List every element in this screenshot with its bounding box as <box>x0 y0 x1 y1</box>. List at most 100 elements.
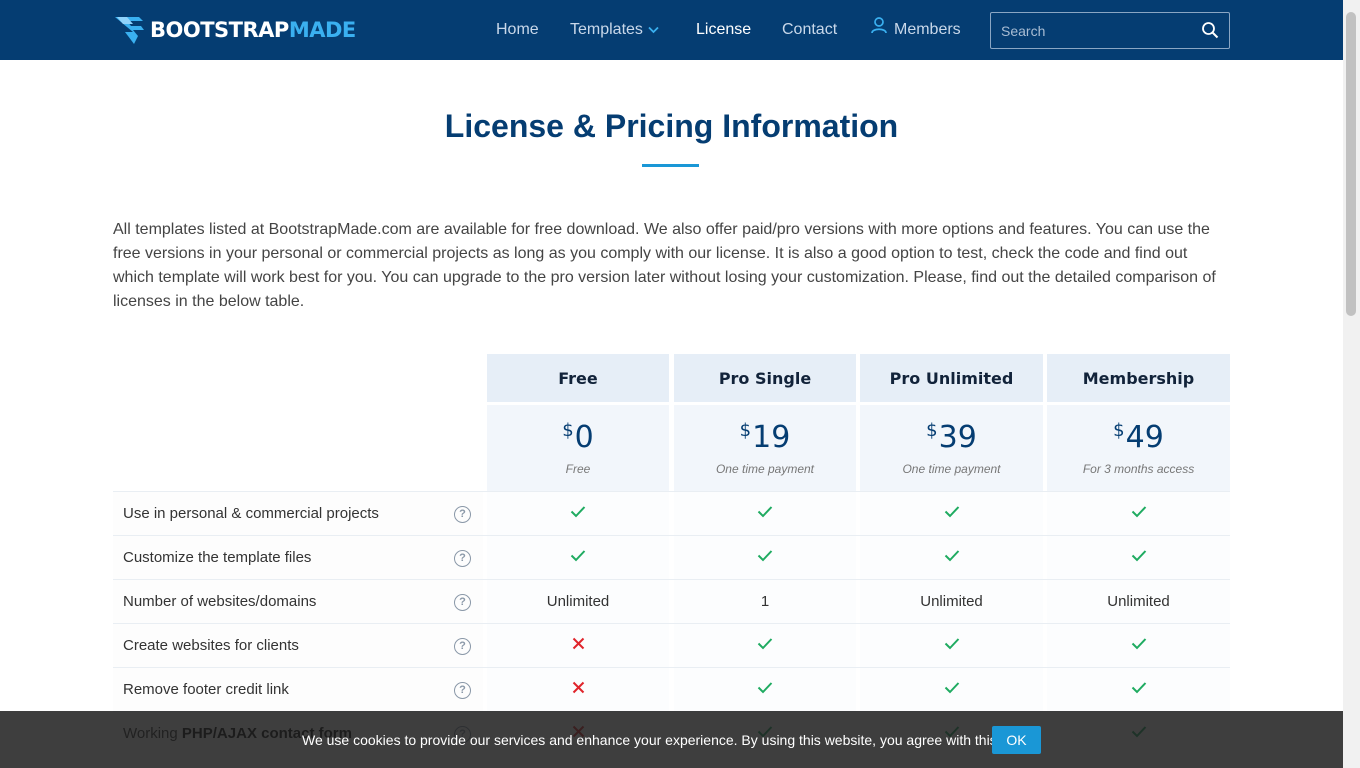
search-input[interactable] <box>991 13 1191 48</box>
logo-text: BOOTSTRAPMADE <box>150 18 356 42</box>
currency-symbol: $ <box>739 420 752 441</box>
currency-symbol: $ <box>562 420 574 441</box>
plan-name-2: Pro Unlimited <box>860 354 1043 402</box>
feature-value-cell <box>1047 624 1230 667</box>
feature-label: Remove footer credit link <box>123 681 289 698</box>
logo-mark-icon <box>113 14 147 46</box>
feature-value-cell <box>1047 668 1230 711</box>
help-circle-icon[interactable]: ? <box>454 506 471 523</box>
feature-value-cell <box>674 536 856 579</box>
feature-value-cell <box>674 624 856 667</box>
price-note: One time payment <box>715 462 815 476</box>
help-circle-icon[interactable]: ? <box>454 638 471 655</box>
intro-paragraph: All templates listed at BootstrapMade.co… <box>113 221 1216 310</box>
feature-value-cell <box>860 668 1043 711</box>
check-icon <box>570 492 586 536</box>
price-amount: 19 <box>752 420 791 455</box>
feature-label: Number of websites/domains <box>123 593 317 610</box>
plan-price-cell: $19 One time payment <box>674 405 856 491</box>
price-note: One time payment <box>902 462 1001 476</box>
check-icon <box>944 492 960 536</box>
feature-value-text: Unlimited <box>546 592 610 610</box>
check-icon <box>944 668 960 712</box>
top-navbar: BOOTSTRAPMADE Home Templates License Con… <box>0 0 1343 60</box>
feature-value-cell <box>487 492 669 535</box>
feature-value-cell: 1 <box>674 580 856 623</box>
feature-value-cell <box>860 492 1043 535</box>
price-note: For 3 months access <box>1082 462 1195 476</box>
feature-value-cell: Unlimited <box>487 580 669 623</box>
feature-value-text: 1 <box>760 592 770 610</box>
plan-name-3: Membership <box>1047 354 1230 402</box>
check-icon <box>1131 492 1147 536</box>
plan-name-0: Free <box>487 354 669 402</box>
feature-label: Use in personal & commercial projects <box>123 505 379 522</box>
plan-price-value: $49 <box>1047 420 1230 456</box>
plan-price-cell: $0 Free <box>487 405 669 491</box>
search-icon[interactable] <box>1201 21 1219 44</box>
price-amount: 0 <box>574 420 594 455</box>
site-logo[interactable]: BOOTSTRAPMADE <box>113 14 356 46</box>
feature-value-cell <box>487 536 669 579</box>
nav-contact[interactable]: Contact <box>782 0 837 60</box>
feature-value-cell <box>860 624 1043 667</box>
price-amount: 39 <box>938 420 977 455</box>
feature-row: Use in personal & commercial projects? <box>113 492 483 535</box>
scrollbar-thumb[interactable] <box>1346 12 1356 316</box>
check-icon <box>570 536 586 580</box>
check-icon <box>1131 668 1147 712</box>
check-icon <box>757 624 773 668</box>
feature-row: Remove footer credit link? <box>113 668 483 711</box>
price-amount: 49 <box>1125 420 1164 455</box>
nav-templates-label: Templates <box>570 21 643 38</box>
check-icon <box>944 536 960 580</box>
page-title: License & Pricing Information <box>444 108 899 144</box>
plan-price-value: $0 <box>487 420 669 456</box>
nav-home[interactable]: Home <box>496 0 539 60</box>
search-box <box>990 12 1230 49</box>
feature-row: Create websites for clients? <box>113 624 483 667</box>
feature-value-cell <box>487 624 669 667</box>
plan-name-1: Pro Single <box>674 354 856 402</box>
nav-templates[interactable]: Templates <box>570 0 659 60</box>
feature-value-cell <box>674 492 856 535</box>
title-underline <box>642 164 699 167</box>
feature-value-cell <box>860 536 1043 579</box>
feature-row: Number of websites/domains? <box>113 580 483 623</box>
price-note: Free <box>565 462 591 476</box>
check-icon <box>944 624 960 668</box>
currency-symbol: $ <box>926 420 938 441</box>
plan-price-value: $39 <box>860 420 1043 456</box>
check-icon <box>757 492 773 536</box>
help-circle-icon[interactable]: ? <box>454 594 471 611</box>
check-icon <box>1131 536 1147 580</box>
feature-value-cell <box>674 668 856 711</box>
nav-license[interactable]: License <box>696 0 751 60</box>
user-icon <box>870 0 888 60</box>
cross-icon <box>572 624 585 668</box>
nav-members-label: Members <box>894 21 961 38</box>
feature-value-cell <box>487 668 669 711</box>
cookie-text: We use cookies to provide our services a… <box>302 732 1001 748</box>
nav-members[interactable]: Members <box>870 0 961 60</box>
feature-value-text: Unlimited <box>1107 592 1170 610</box>
plan-price-cell: $39 One time payment <box>860 405 1043 491</box>
check-icon <box>757 536 773 580</box>
feature-value-cell: Unlimited <box>860 580 1043 623</box>
check-icon <box>1131 624 1147 668</box>
feature-value-cell <box>1047 492 1230 535</box>
feature-value-cell <box>1047 536 1230 579</box>
plan-price-value: $19 <box>674 420 856 456</box>
currency-symbol: $ <box>1113 420 1125 441</box>
cookie-ok-button[interactable]: OK <box>992 726 1041 754</box>
chevron-down-icon <box>648 0 659 60</box>
feature-label: Customize the template files <box>123 549 312 566</box>
feature-value-cell: Unlimited <box>1047 580 1230 623</box>
cookie-bar: We use cookies to provide our services a… <box>0 711 1343 768</box>
page-scrollbar[interactable] <box>1343 0 1360 768</box>
plan-price-cell: $49 For 3 months access <box>1047 405 1230 491</box>
check-icon <box>757 668 773 712</box>
help-circle-icon[interactable]: ? <box>454 682 471 699</box>
help-circle-icon[interactable]: ? <box>454 550 471 567</box>
feature-value-text: Unlimited <box>920 592 983 610</box>
